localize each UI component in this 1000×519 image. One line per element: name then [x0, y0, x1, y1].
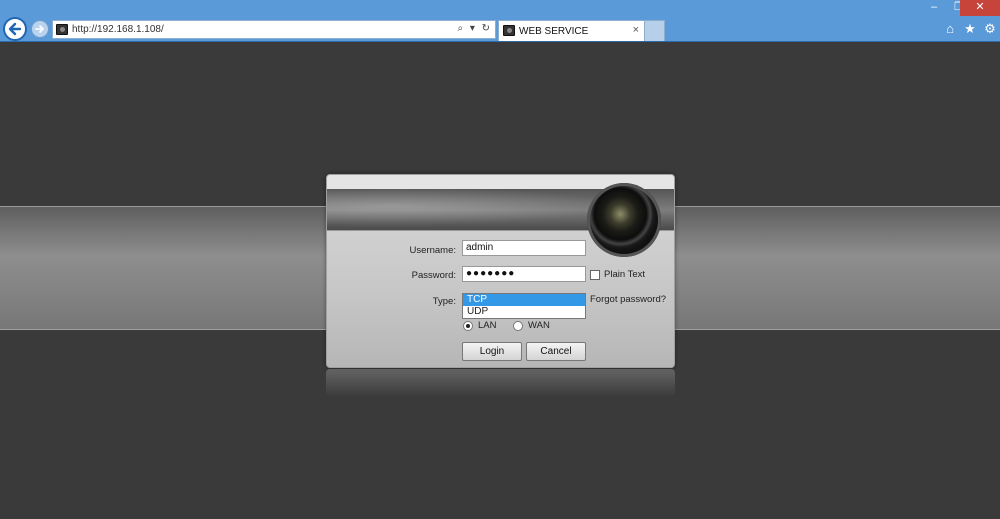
type-dropdown-list[interactable]: TCP UDP [462, 293, 586, 319]
forward-button[interactable] [31, 20, 49, 38]
tab-title: WEB SERVICE [519, 26, 589, 37]
type-option-tcp[interactable]: TCP [463, 294, 585, 306]
cancel-button[interactable]: Cancel [526, 342, 586, 361]
site-favicon-icon [56, 24, 68, 35]
address-url[interactable]: http://192.168.1.108/ [72, 24, 164, 35]
type-option-udp[interactable]: UDP [463, 306, 585, 318]
plain-text-label: Plain Text [604, 269, 646, 280]
address-tools[interactable]: ⌕ ▾ ↻ [457, 23, 492, 34]
username-input[interactable]: admin [462, 240, 586, 256]
favorites-star-icon[interactable]: ★ [964, 21, 976, 37]
new-tab-button[interactable] [645, 20, 665, 41]
dialog-reflection [326, 369, 675, 397]
page-content: Username: admin Password: ●●●●●●● Plain … [0, 42, 1000, 519]
browser-toolbar-right: ⌂ ★ ⚙ [944, 21, 996, 37]
camera-lens-icon [587, 183, 661, 257]
home-icon[interactable]: ⌂ [944, 21, 956, 37]
forward-icon [35, 25, 44, 33]
login-dialog: Username: admin Password: ●●●●●●● Plain … [326, 174, 675, 368]
close-window-button[interactable]: ✕ [960, 0, 1000, 16]
settings-gear-icon[interactable]: ⚙ [984, 21, 996, 37]
password-label: Password: [411, 270, 456, 281]
type-label: Type: [432, 296, 456, 307]
back-button[interactable] [3, 17, 27, 41]
camera-banner [327, 175, 674, 257]
minimize-button[interactable]: – [921, 0, 947, 16]
wan-radio[interactable] [513, 321, 523, 331]
username-label: Username: [409, 245, 456, 256]
address-bar[interactable]: http://192.168.1.108/ ⌕ ▾ ↻ [52, 20, 496, 39]
tab-favicon-icon [503, 25, 515, 36]
forgot-password-link[interactable]: Forgot password? [590, 294, 666, 305]
password-input[interactable]: ●●●●●●● [462, 266, 586, 282]
tab-web-service[interactable]: WEB SERVICE × [498, 20, 645, 41]
browser-chrome: – ❐ ✕ http://192.168.1.108/ ⌕ ▾ ↻ WEB SE… [0, 0, 1000, 42]
lan-label: LAN [478, 320, 497, 331]
back-icon [8, 22, 22, 36]
wan-label: WAN [528, 320, 550, 331]
tab-close-icon[interactable]: × [633, 24, 639, 36]
login-button[interactable]: Login [462, 342, 522, 361]
plain-text-checkbox[interactable] [590, 270, 600, 280]
lan-radio[interactable] [463, 321, 473, 331]
